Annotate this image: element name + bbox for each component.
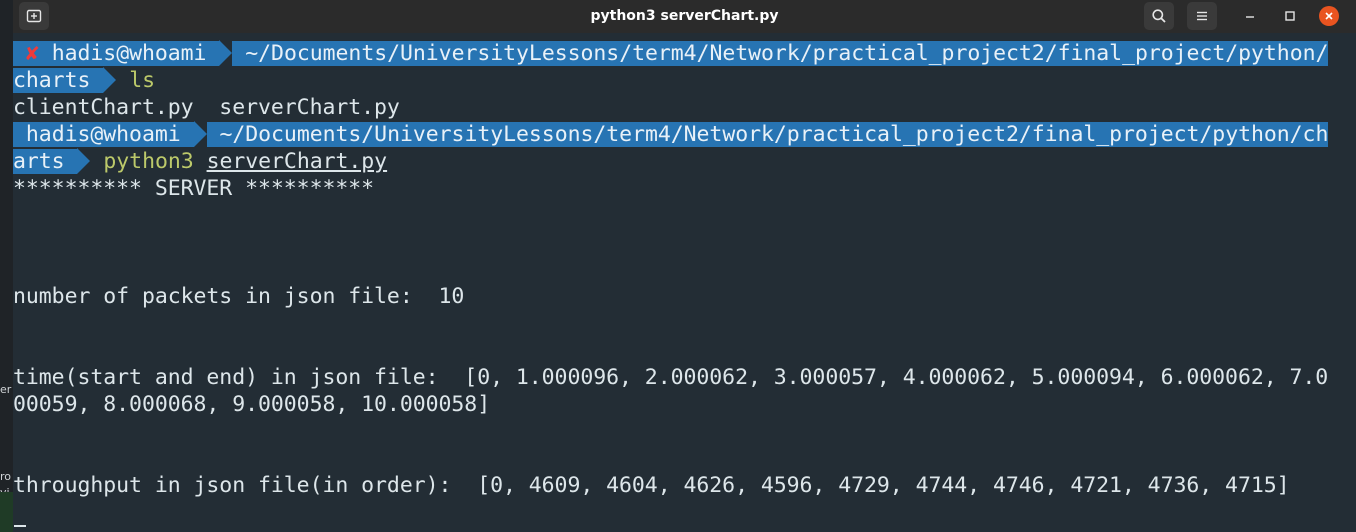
prompt-user: hadis@whoami: [51, 41, 207, 66]
desktop-text-fragment: ro: [0, 470, 12, 483]
minimize-button[interactable]: [1238, 4, 1262, 28]
prompt-line: ✘ hadis@whoami ~/Documents/UniversityLes…: [13, 40, 1328, 67]
title-bar[interactable]: python3 serverChart.py: [13, 0, 1356, 34]
ls-output: clientChart.py serverChart.py: [13, 95, 400, 120]
prompt-end-arrow-icon: [77, 148, 91, 174]
prompt-segment: hadis@whoami: [13, 122, 194, 147]
prompt-line-continued: charts ls: [13, 67, 155, 94]
time-list-line-continued: 00059, 8.000068, 9.000058, 10.000058]: [13, 392, 491, 417]
desktop-text-fragment: er: [0, 383, 12, 396]
maximize-button[interactable]: [1278, 4, 1302, 28]
desktop-wallpaper: [0, 492, 13, 532]
new-tab-button[interactable]: [19, 2, 49, 30]
prompt-line: hadis@whoami ~/Documents/UniversityLesso…: [13, 121, 1328, 148]
prompt-line-continued: arts python3 serverChart.py: [13, 148, 387, 175]
server-banner: ********** SERVER **********: [13, 176, 375, 201]
close-icon: [1325, 12, 1333, 20]
command-argument: serverChart.py: [206, 149, 388, 174]
hamburger-menu-icon: [1197, 11, 1207, 21]
menu-button[interactable]: [1187, 2, 1217, 30]
time-list-line: time(start and end) in json file: [0, 1.…: [13, 365, 1329, 390]
new-tab-icon: [26, 9, 42, 23]
prompt-separator-icon: [219, 40, 233, 66]
prompt-end-arrow-icon: [103, 67, 117, 93]
prompt-user: hadis@whoami: [25, 122, 181, 147]
command-text: python3: [103, 149, 194, 174]
search-icon: [1152, 9, 1166, 23]
prompt-path-continued: arts: [13, 149, 65, 174]
maximize-icon: [1285, 11, 1295, 21]
terminal-output[interactable]: ✘ hadis@whoami ~/Documents/UniversityLes…: [13, 33, 1356, 532]
prompt-separator-icon: [193, 121, 207, 147]
throughput-list-line: throughput in json file(in order): [0, 4…: [13, 473, 1290, 498]
prompt-path: ~/Documents/UniversityLessons/term4/Netw…: [206, 122, 1328, 147]
desktop-background: er ro vi: [0, 0, 13, 532]
text-cursor: [14, 525, 26, 527]
prompt-path: ~/Documents/UniversityLessons/term4/Netw…: [232, 41, 1328, 66]
minimize-icon: [1246, 16, 1254, 18]
cross-error-icon: ✘: [25, 41, 39, 66]
search-button[interactable]: [1144, 2, 1174, 30]
prompt-path-continued: charts: [13, 68, 91, 93]
command-text: ls: [129, 68, 155, 93]
packets-count-line: number of packets in json file: 10: [13, 284, 465, 309]
close-button[interactable]: [1319, 6, 1339, 26]
prompt-segment: ✘ hadis@whoami: [13, 41, 220, 66]
